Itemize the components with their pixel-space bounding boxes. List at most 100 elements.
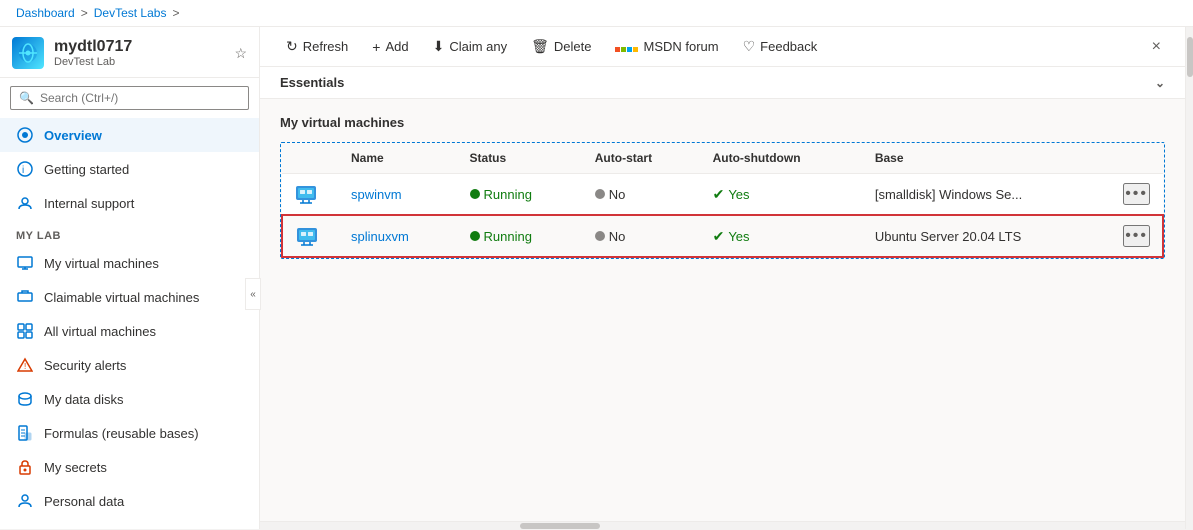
sidebar-nav: Overview i Getting started Internal supp…: [0, 118, 259, 529]
vm-more-options-button-2[interactable]: •••: [1123, 225, 1150, 247]
sidebar-item-my-virtual-machines[interactable]: My virtual machines: [0, 246, 259, 280]
close-button[interactable]: ×: [1144, 34, 1169, 60]
vertical-scrollbar[interactable]: [1185, 27, 1193, 529]
sidebar-item-personal-data[interactable]: Personal data: [0, 484, 259, 518]
add-button[interactable]: + Add: [362, 34, 418, 60]
toolbar: ↻ Refresh + Add ⬇ Claim any 🗑 Delete: [260, 27, 1185, 67]
vm-table-container: Name Status Auto-start Auto-shutdown Bas…: [280, 142, 1165, 259]
vm-autoshutdown-yes: ✔ Yes: [713, 186, 851, 203]
sidebar-item-all-vm[interactable]: All virtual machines: [0, 314, 259, 348]
running-dot-icon-2: [470, 231, 480, 241]
vm-autoshutdown-label-2: Yes: [728, 229, 749, 244]
vm-status-running: Running: [470, 187, 571, 202]
claim-any-label: Claim any: [449, 39, 507, 54]
essentials-chevron-icon[interactable]: ⌄: [1155, 76, 1165, 90]
col-header-status: Status: [458, 143, 583, 174]
col-header-autoshutdown: Auto-shutdown: [701, 143, 863, 174]
sidebar-item-overview[interactable]: Overview: [0, 118, 259, 152]
breadcrumb-sep-1: >: [81, 6, 88, 20]
essentials-label: Essentials: [280, 75, 344, 90]
svg-text:!: !: [24, 362, 26, 371]
sidebar-item-security-alerts[interactable]: ! Security alerts: [0, 348, 259, 382]
sidebar-item-formulas[interactable]: Formulas (reusable bases): [0, 416, 259, 450]
essentials-bar: Essentials ⌄: [260, 67, 1185, 99]
sidebar-item-internal-support-label: Internal support: [44, 196, 134, 211]
search-icon: 🔍: [19, 91, 34, 105]
sidebar-item-all-vm-label: All virtual machines: [44, 324, 156, 339]
msdn-forum-button[interactable]: MSDN forum: [605, 34, 728, 60]
security-alerts-icon: !: [16, 356, 34, 374]
vm-table: Name Status Auto-start Auto-shutdown Bas…: [281, 143, 1164, 258]
vm-autostart-no-2: No: [595, 229, 689, 244]
breadcrumb: Dashboard > DevTest Labs >: [0, 0, 1193, 27]
favorite-star-icon[interactable]: ☆: [234, 45, 247, 62]
claimable-vm-icon: [16, 288, 34, 306]
breadcrumb-dashboard[interactable]: Dashboard: [16, 6, 75, 20]
vertical-scrollbar-thumb: [1187, 37, 1193, 77]
feedback-button[interactable]: ♡ Feedback: [733, 33, 828, 60]
sidebar-item-claimable-vm[interactable]: Claimable virtual machines: [0, 280, 259, 314]
sidebar-item-personal-data-label: Personal data: [44, 494, 124, 509]
vm-autostart-label: No: [609, 187, 626, 202]
breadcrumb-devtest[interactable]: DevTest Labs: [94, 6, 167, 20]
col-header-base: Base: [863, 143, 1111, 174]
internal-support-icon: [16, 194, 34, 212]
vm-name-cell-2[interactable]: splinuxvm: [339, 215, 458, 257]
running-dot-icon: [470, 189, 480, 199]
overview-icon: [16, 126, 34, 144]
vm-status-label: Running: [484, 187, 532, 202]
sidebar-item-my-secrets[interactable]: My secrets: [0, 450, 259, 484]
sidebar-item-overview-label: Overview: [44, 128, 102, 143]
vm-status-cell: Running: [458, 174, 583, 216]
autostart-dot-icon-2: [595, 231, 605, 241]
search-input[interactable]: [40, 91, 240, 105]
sidebar-item-my-vm-label: My virtual machines: [44, 256, 159, 271]
sidebar-item-getting-started[interactable]: i Getting started: [0, 152, 259, 186]
sidebar-title-group: mydtl0717 DevTest Lab: [54, 38, 132, 68]
vm-actions-cell: •••: [1111, 174, 1163, 216]
formulas-icon: [16, 424, 34, 442]
vm-autostart-cell: No: [583, 174, 701, 216]
delete-label: Delete: [554, 39, 592, 54]
vm-icon-cell: [282, 174, 339, 216]
vm-autoshutdown-yes-2: ✔ Yes: [713, 228, 851, 245]
horizontal-scrollbar[interactable]: [260, 521, 1185, 529]
my-lab-section-label: My Lab: [0, 220, 259, 246]
vm-actions-cell-2: •••: [1111, 215, 1163, 257]
vm-autoshutdown-cell: ✔ Yes: [701, 174, 863, 216]
msdn-forum-label: MSDN forum: [643, 39, 718, 54]
sidebar-item-my-secrets-label: My secrets: [44, 460, 107, 475]
sidebar: mydtl0717 DevTest Lab ☆ 🔍 Overview: [0, 27, 260, 529]
horizontal-scrollbar-thumb: [520, 523, 600, 529]
vm-name-cell[interactable]: spwinvm: [339, 174, 458, 216]
col-header-name-label: Name: [339, 143, 458, 174]
table-row[interactable]: spwinvm Running: [282, 174, 1163, 216]
check-icon: ✔: [713, 186, 725, 203]
sidebar-item-data-disks-label: My data disks: [44, 392, 123, 407]
refresh-button[interactable]: ↻ Refresh: [276, 33, 358, 60]
check-icon-2: ✔: [713, 228, 725, 245]
my-vm-icon: [16, 254, 34, 272]
getting-started-icon: i: [16, 160, 34, 178]
delete-icon: 🗑: [531, 38, 549, 55]
add-label: Add: [385, 39, 408, 54]
claim-icon: ⬇: [433, 38, 445, 55]
vm-autostart-label-2: No: [609, 229, 626, 244]
vm-autostart-cell-2: No: [583, 215, 701, 257]
col-header-autostart: Auto-start: [583, 143, 701, 174]
vm-section-title: My virtual machines: [280, 115, 1165, 130]
claim-any-button[interactable]: ⬇ Claim any: [423, 33, 518, 60]
svg-text:i: i: [22, 165, 24, 176]
vm-base-cell: [smalldisk] Windows Se...: [863, 174, 1111, 216]
sidebar-item-my-data-disks[interactable]: My data disks: [0, 382, 259, 416]
sidebar-item-security-alerts-label: Security alerts: [44, 358, 126, 373]
sidebar-item-internal-support[interactable]: Internal support: [0, 186, 259, 220]
vm-status-label-2: Running: [484, 229, 532, 244]
delete-button[interactable]: 🗑 Delete: [521, 33, 601, 60]
refresh-icon: ↻: [286, 38, 298, 55]
table-row[interactable]: splinuxvm Running: [282, 215, 1163, 257]
sidebar-item-formulas-label: Formulas (reusable bases): [44, 426, 199, 441]
sidebar-search-box[interactable]: 🔍: [10, 86, 249, 110]
sidebar-collapse-button[interactable]: «: [245, 278, 261, 310]
vm-more-options-button[interactable]: •••: [1123, 183, 1150, 205]
